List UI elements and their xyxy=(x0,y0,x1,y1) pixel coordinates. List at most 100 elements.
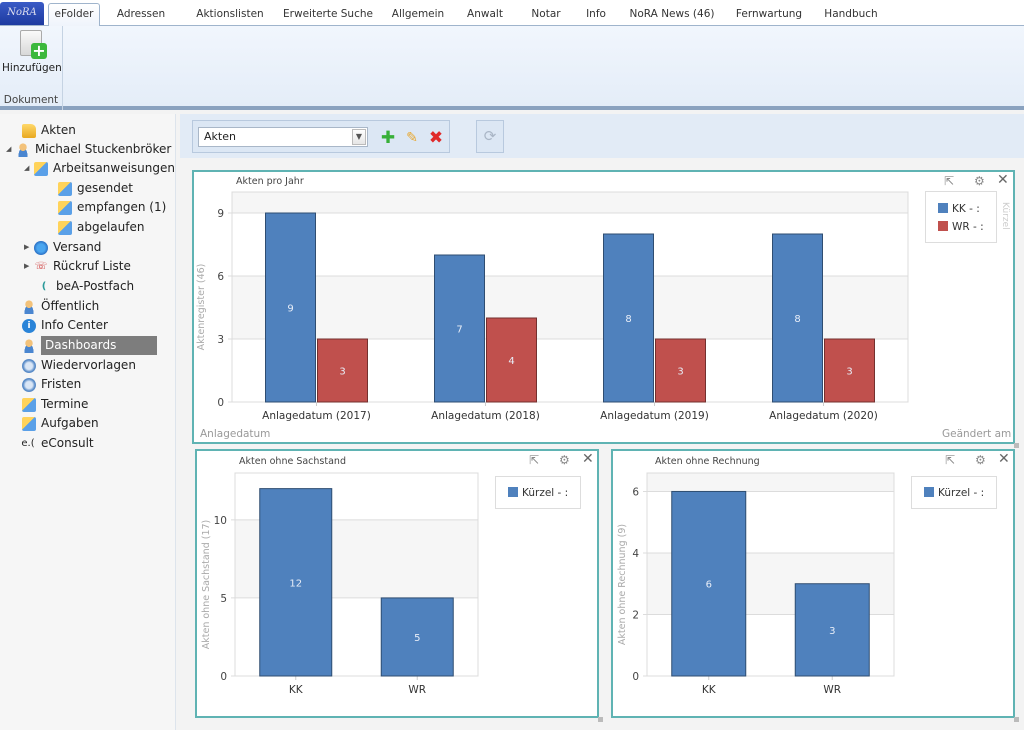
notes-icon xyxy=(34,161,48,176)
tab-handbuch[interactable]: Handbuch xyxy=(822,4,880,26)
econsult-icon: e.( xyxy=(21,437,35,449)
add-document-label: Hinzufügen xyxy=(2,62,62,74)
notes-icon xyxy=(58,200,72,215)
bea-icon: ( xyxy=(41,280,47,292)
tree-item-dashboards[interactable]: Dashboards xyxy=(22,336,157,355)
y-tick-label: 3 xyxy=(217,334,224,346)
expanded-arrow-icon[interactable]: ◢ xyxy=(6,140,16,159)
add-document-icon xyxy=(20,30,47,59)
y-axis-title: Aktenregister (46) xyxy=(196,264,207,351)
tree-item-user[interactable]: ◢ Michael Stuckenbröker xyxy=(6,140,171,159)
tab-aktionslisten[interactable]: Aktionslisten xyxy=(190,4,270,26)
chart-akten-pro-jahr: 0 3 6 9 Aktenregister (46) Anlagedatum (2017)… xyxy=(196,191,909,422)
delete-x-icon: ✖ xyxy=(428,128,444,148)
y-tick-label: 4 xyxy=(632,548,639,560)
tree-item-rueckruf-liste[interactable]: ▶ ☏ Rückruf Liste xyxy=(24,257,131,276)
add-document-button[interactable]: Hinzufügen xyxy=(2,28,62,84)
close-icon[interactable]: ✕ xyxy=(582,451,594,467)
legend-item-wr[interactable]: WR - : xyxy=(938,220,984,234)
tab-erweiterte-suche[interactable]: Erweiterte Suche xyxy=(282,4,374,26)
dashboard-select[interactable]: Akten ▼ xyxy=(198,127,368,147)
navigation-tree: Akten ◢ Michael Stuckenbröker ◢ Arbeitsanw… xyxy=(0,114,176,730)
tab-allgemein[interactable]: Allgemein xyxy=(388,4,448,26)
tree-item-empfangen[interactable]: empfangen (1) xyxy=(58,198,166,217)
notes-icon xyxy=(58,181,72,196)
footer-right-label: Geändert am xyxy=(942,428,1012,440)
legend-item-kuerzel[interactable]: Kürzel - : xyxy=(924,486,984,500)
expanded-arrow-icon[interactable]: ◢ xyxy=(24,159,34,178)
y-tick-label: 0 xyxy=(217,397,224,409)
x-tick-label: Anlagedatum (2020) xyxy=(769,410,878,422)
tree-item-bea-postfach[interactable]: (beA-Postfach xyxy=(37,277,134,296)
legend-swatch xyxy=(508,487,518,497)
gear-icon[interactable]: ⚙ xyxy=(974,174,985,188)
tree-item-aufgaben[interactable]: Aufgaben xyxy=(22,414,99,433)
tree-item-arbeitsanweisungen[interactable]: ◢ Arbeitsanweisungen xyxy=(24,159,175,178)
y-tick-label: 9 xyxy=(217,208,224,220)
tab-adressen[interactable]: Adressen xyxy=(113,4,169,26)
tree-item-wiedervorlagen[interactable]: Wiedervorlagen xyxy=(22,356,136,375)
notes-icon xyxy=(22,397,36,412)
refresh-button[interactable]: ⟳ xyxy=(476,120,504,153)
tree-item-versand[interactable]: ▶ Versand xyxy=(24,238,101,257)
export-icon[interactable]: ⇱ xyxy=(529,453,539,467)
collapsed-arrow-icon[interactable]: ▶ xyxy=(24,257,34,276)
chevron-down-icon[interactable]: ▼ xyxy=(352,129,366,145)
y-tick-label: 2 xyxy=(632,609,639,621)
y-tick-label: 6 xyxy=(632,486,639,498)
y-tick-label: 0 xyxy=(220,671,227,683)
y-axis-title: Akten ohne Sachstand (17) xyxy=(201,520,212,650)
close-icon[interactable]: ✕ xyxy=(998,451,1010,467)
widget-akten-ohne-sachstand: Akten ohne Sachstand ⇱ ⚙ ✕ 0 5 10 Akten ohn… xyxy=(195,449,603,722)
x-tick-label: KK xyxy=(702,684,717,696)
delete-dashboard-button[interactable]: ✖ xyxy=(427,129,445,147)
legend-item-kuerzel[interactable]: Kürzel - : xyxy=(508,486,568,500)
tab-info[interactable]: Info xyxy=(582,4,610,26)
resize-grip[interactable] xyxy=(1014,717,1019,722)
tree-item-akten[interactable]: Akten xyxy=(22,121,76,140)
bar-data-label: 4 xyxy=(508,356,514,367)
gear-icon[interactable]: ⚙ xyxy=(559,453,570,467)
resize-grip[interactable] xyxy=(598,717,603,722)
tab-fernwartung[interactable]: Fernwartung xyxy=(734,4,804,26)
app-menu-logo[interactable]: NoRA xyxy=(0,2,44,25)
tree-item-oeffentlich[interactable]: Öffentlich xyxy=(22,297,99,316)
y-tick-label: 10 xyxy=(214,515,227,527)
bar-data-label: 3 xyxy=(677,367,683,378)
footer-left-label: Anlagedatum xyxy=(200,428,271,440)
chart-akten-ohne-rechnung: 0 2 4 6 Akten ohne Rechnung (9) KK 6 WR 3 xyxy=(617,472,895,696)
collapsed-arrow-icon[interactable]: ▶ xyxy=(24,238,34,257)
close-icon[interactable]: ✕ xyxy=(997,172,1009,188)
tab-notar[interactable]: Notar xyxy=(526,4,566,26)
legend-item-kk[interactable]: KK - : xyxy=(938,202,980,216)
chart-legend: KK - : WR - : xyxy=(925,191,997,243)
tab-nora-news[interactable]: NoRA News (46) xyxy=(628,4,716,26)
gear-icon[interactable]: ⚙ xyxy=(975,453,986,467)
edit-dashboard-button[interactable]: ✎ xyxy=(403,129,421,147)
x-tick-label: Anlagedatum (2018) xyxy=(431,410,540,422)
widget-akten-pro-jahr: Akten pro Jahr ⇱ ⚙ ✕ 0 3 6 9 Aktenregister (… xyxy=(192,170,1019,448)
clock-icon xyxy=(22,377,36,392)
tab-anwalt[interactable]: Anwalt xyxy=(462,4,508,26)
resize-grip[interactable] xyxy=(1014,443,1019,448)
bar-data-label: 9 xyxy=(287,304,293,315)
tree-item-termine[interactable]: Termine xyxy=(22,395,88,414)
tree-item-fristen[interactable]: Fristen xyxy=(22,375,81,394)
tree-item-info-center[interactable]: i Info Center xyxy=(22,316,108,335)
export-icon[interactable]: ⇱ xyxy=(945,453,955,467)
tab-efolder[interactable]: eFolder xyxy=(48,3,100,27)
tree-item-gesendet[interactable]: gesendet xyxy=(58,179,133,198)
chart-legend: Kürzel - : xyxy=(911,476,997,509)
legend-swatch xyxy=(938,203,948,213)
bar-data-label: 7 xyxy=(456,325,462,336)
chart-legend: Kürzel - : xyxy=(495,476,581,509)
app-window: NoRA eFolder Adressen Aktionslisten Erwe… xyxy=(0,0,1024,730)
legend-swatch xyxy=(924,487,934,497)
export-icon[interactable]: ⇱ xyxy=(944,174,954,188)
tree-item-econsult[interactable]: e.(eConsult xyxy=(20,434,93,453)
ribbon-group-label: Dokument xyxy=(3,94,59,106)
bar-data-label: 8 xyxy=(625,314,631,325)
add-dashboard-button[interactable]: ✚ xyxy=(379,129,397,147)
tree-item-abgelaufen[interactable]: abgelaufen xyxy=(58,218,144,237)
bar-data-label: 8 xyxy=(794,314,800,325)
